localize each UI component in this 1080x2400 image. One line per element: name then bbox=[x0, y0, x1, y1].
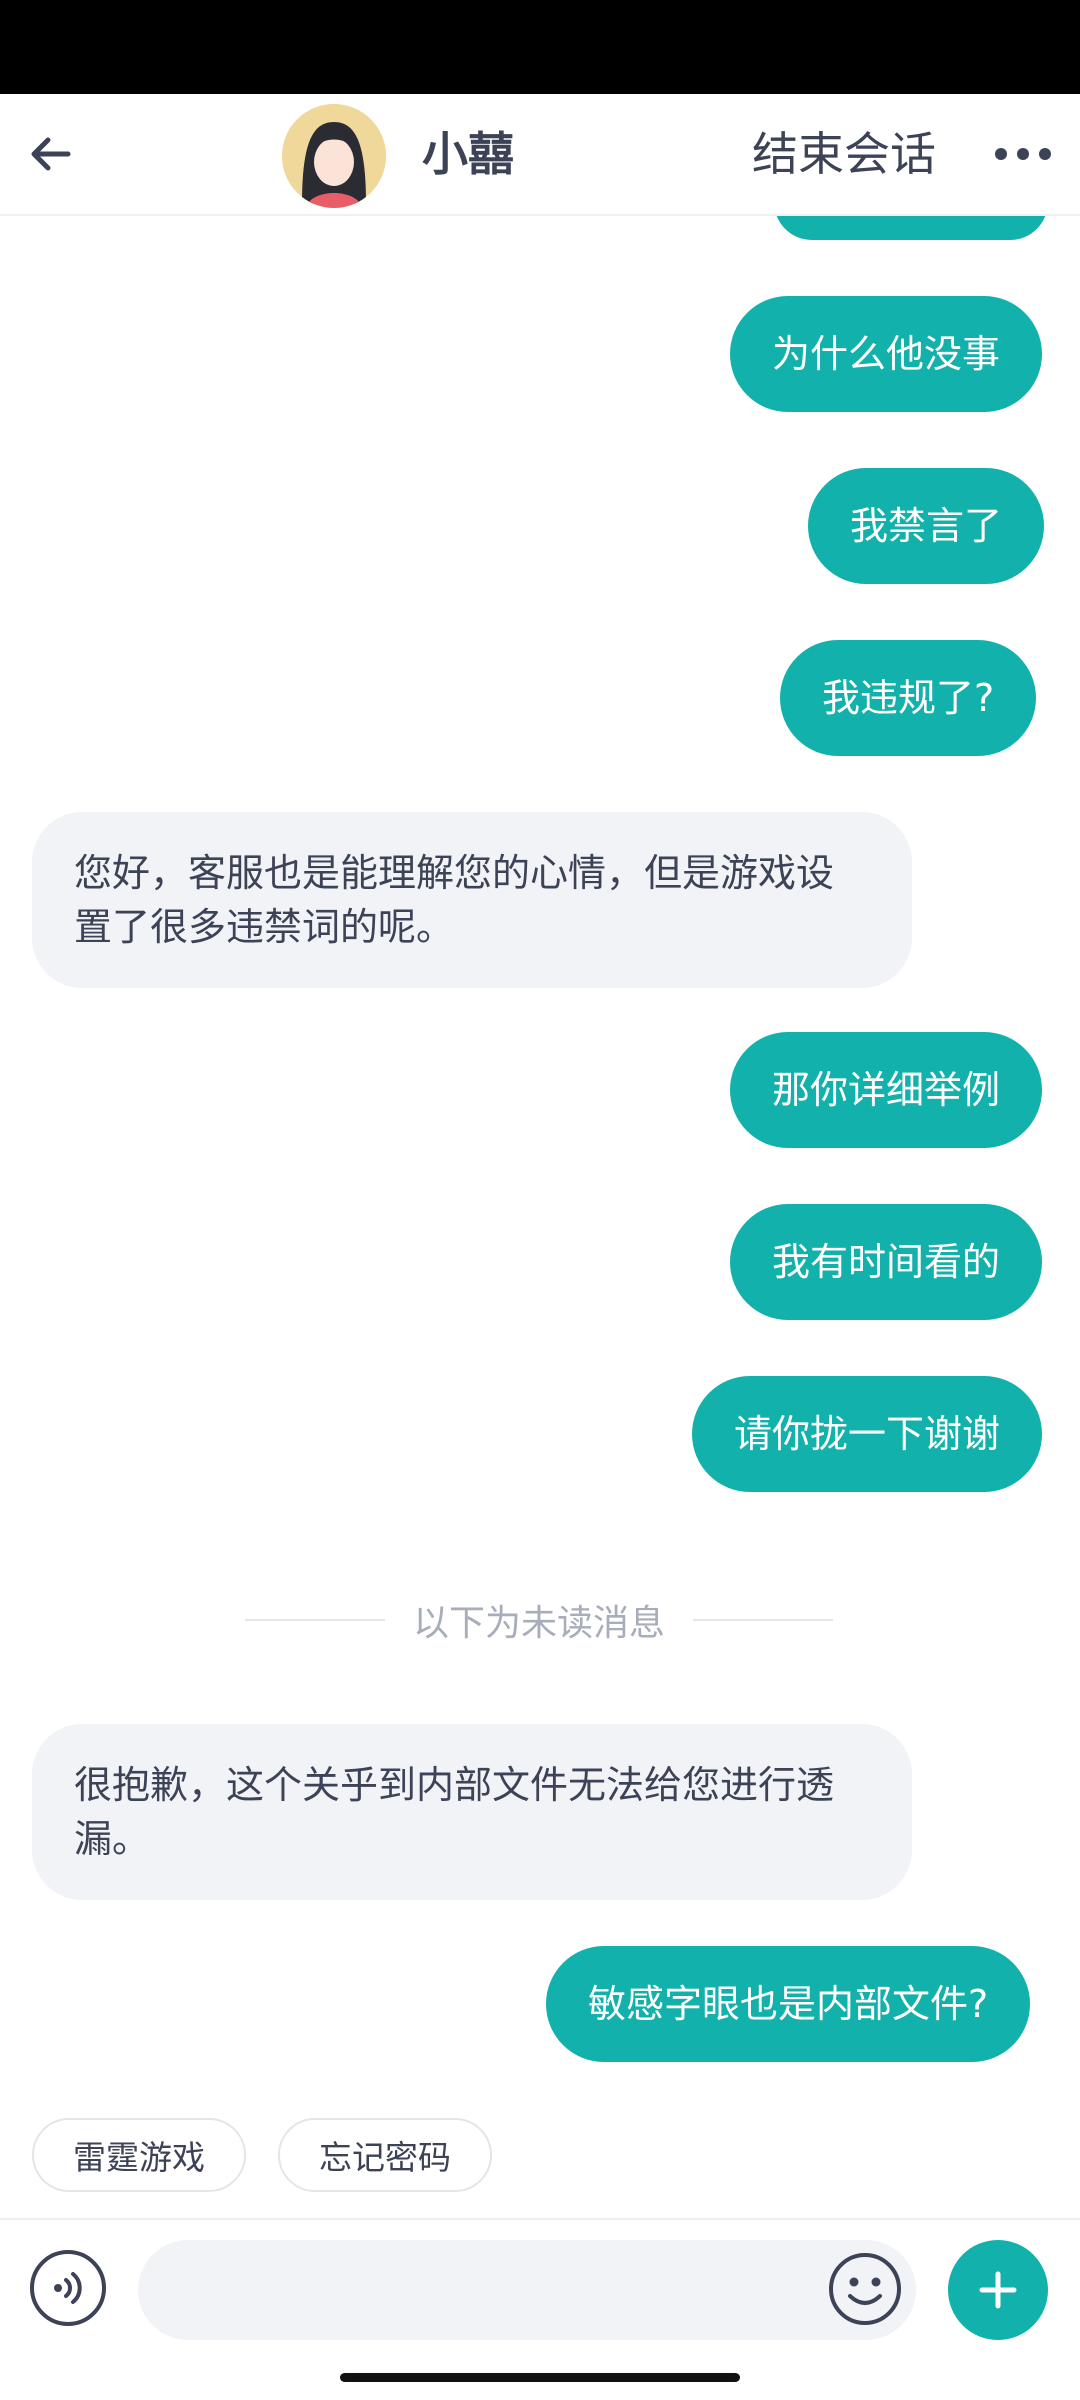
contact-name: 小囍 bbox=[422, 127, 514, 181]
message-outgoing: 我有时间看的 bbox=[730, 1204, 1043, 1320]
message-outgoing-partial bbox=[774, 216, 1048, 240]
message-incoming: 您好，客服也是能理解您的心情，但是游戏设置了很多违禁词的呢。 bbox=[32, 812, 912, 988]
status-bar bbox=[0, 0, 1080, 94]
voice-button[interactable] bbox=[30, 2250, 106, 2326]
plus-button[interactable] bbox=[948, 2240, 1048, 2340]
emoji-button[interactable] bbox=[826, 2250, 904, 2328]
emoji-icon bbox=[829, 2253, 901, 2325]
plus-icon bbox=[979, 2271, 1017, 2309]
message-outgoing: 请你拢一下谢谢 bbox=[692, 1376, 1043, 1492]
back-arrow-icon bbox=[31, 137, 71, 171]
message-outgoing: 我违规了? bbox=[780, 640, 1037, 756]
end-session-button[interactable]: 结束会话 bbox=[752, 122, 936, 186]
input-bar bbox=[0, 2218, 1080, 2360]
message-list[interactable]: 为什么他没事 我禁言了 我违规了? 您好，客服也是能理解您的心情，但是游戏设置了… bbox=[0, 216, 1080, 2206]
unread-divider: 以下为未读消息 bbox=[236, 1592, 842, 1648]
home-indicator[interactable] bbox=[340, 2373, 740, 2382]
message-incoming: 很抱歉，这个关乎到内部文件无法给您进行透漏。 bbox=[32, 1724, 912, 1900]
message-input[interactable] bbox=[138, 2240, 916, 2340]
chat-header: 小囍 结束会话 bbox=[0, 94, 1080, 216]
unread-divider-text: 以下为未读消息 bbox=[412, 1603, 665, 1644]
voice-icon bbox=[54, 2272, 82, 2304]
avatar bbox=[282, 104, 386, 208]
more-button[interactable] bbox=[988, 124, 1058, 184]
message-outgoing: 敏感字眼也是内部文件? bbox=[546, 1946, 1031, 2062]
more-icon bbox=[995, 148, 1051, 160]
quick-reply-forgot-password[interactable]: 忘记密码 bbox=[278, 2118, 492, 2192]
back-button[interactable] bbox=[18, 122, 82, 186]
message-outgoing: 我禁言了 bbox=[808, 468, 1045, 584]
message-outgoing: 为什么他没事 bbox=[730, 296, 1043, 412]
message-outgoing: 那你详细举例 bbox=[730, 1032, 1043, 1148]
quick-reply-leiting[interactable]: 雷霆游戏 bbox=[32, 2118, 246, 2192]
